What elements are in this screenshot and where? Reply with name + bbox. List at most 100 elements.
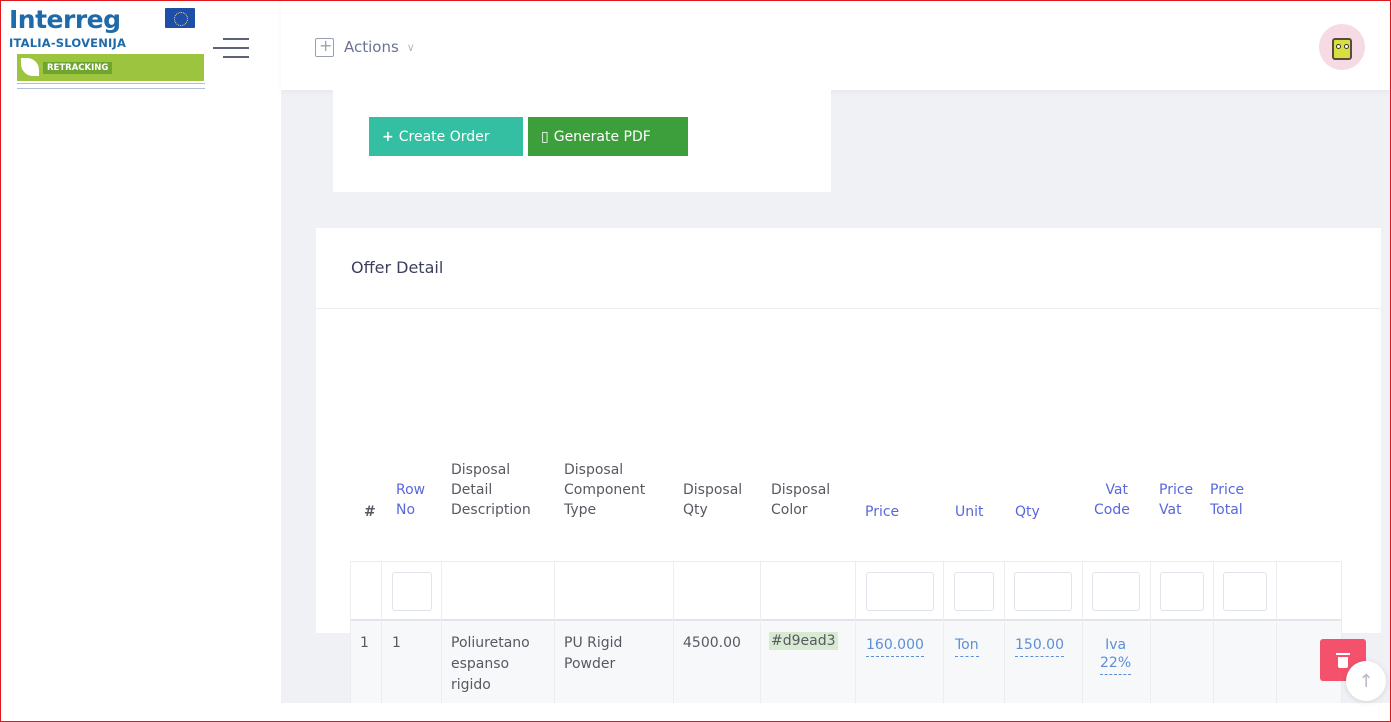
cell-qty-editable[interactable]: 150.00 [1015,636,1064,657]
column-divider [1213,561,1214,709]
column-divider [554,561,555,709]
column-divider [441,561,442,709]
col-header-line: Color [771,502,808,518]
hamburger-line [213,47,249,49]
filter-row [350,561,1342,621]
eu-flag-icon [165,8,195,28]
footer [281,703,1391,722]
column-divider [1341,561,1342,709]
cell-line: rigido [451,677,491,693]
sidebar: Interreg ITALIA-SLOVENIJA RETRACKING [0,0,281,722]
hamburger-line [223,56,249,58]
cell-line: Iva [1105,637,1127,653]
filter-price-total-input[interactable] [1223,572,1267,611]
filter-price-vat-input[interactable] [1160,572,1204,611]
cell-line: Powder [564,656,616,672]
column-divider [381,561,382,709]
col-header-line: Price [1159,482,1194,498]
plus-square-icon [315,36,334,57]
generate-pdf-button[interactable]: ▯ Generate PDF [528,117,688,156]
cell-line: espanso [451,656,510,672]
cell-description: Poliuretano espanso rigido [451,633,530,696]
filter-row-no-input[interactable] [392,572,432,611]
col-header-component-type: Disposal Component Type [564,460,645,520]
leaf-icon [21,58,39,76]
col-header-line: Code [1094,502,1130,518]
cell-row-no: 1 [392,635,401,651]
col-header-unit[interactable]: Unit [955,502,984,522]
col-header-line: Vat [1105,482,1128,498]
actions-dropdown[interactable]: Actions ∨ [315,34,415,60]
cell-unit-editable[interactable]: Ton [955,636,979,657]
actions-label: Actions [344,38,399,56]
chevron-down-icon: ∨ [406,40,415,54]
col-header-disposal-qty: Disposal Qty [683,480,742,520]
column-divider [1276,561,1277,709]
cell-line: 22% [1100,655,1132,671]
cell-line: PU Rigid [564,635,623,651]
filter-price-input[interactable] [866,572,934,611]
col-header-line: Type [564,502,597,518]
cell-line: Poliuretano [451,635,530,651]
col-header-line: Detail [451,482,493,498]
filter-unit-input[interactable] [954,572,994,611]
hamburger-icon[interactable] [213,36,249,60]
scroll-top-button[interactable]: ↑ [1346,661,1386,701]
col-header-line: Total [1210,502,1243,518]
col-header-line: Price [1210,482,1245,498]
create-order-button[interactable]: + Create Order [369,117,523,156]
interreg-logo[interactable]: Interreg ITALIA-SLOVENIJA RETRACKING [9,6,205,90]
column-divider [855,561,856,709]
col-header-line: No [396,502,416,518]
generate-pdf-label: Generate PDF [553,128,651,145]
col-header-description: Disposal Detail Description [451,460,531,520]
col-header-line: Disposal [451,462,511,478]
col-header-line: Component [564,482,646,498]
col-header-line: Disposal [564,462,624,478]
column-divider [673,561,674,709]
logo-project-bar: RETRACKING [17,54,204,81]
col-header-price-total[interactable]: Price Total [1210,480,1244,520]
column-divider [943,561,944,709]
pdf-file-icon: ▯ [541,128,549,145]
avatar-figure [1332,38,1352,60]
column-divider [760,561,761,709]
col-header-line: Disposal [771,482,831,498]
logo-fine-print [17,83,205,89]
col-header-price[interactable]: Price [865,502,899,522]
cell-price-editable[interactable]: 160.000 [866,636,924,657]
arrow-up-icon: ↑ [1358,670,1374,692]
top-bar: Actions ∨ [281,0,1391,90]
col-header-qty[interactable]: Qty [1015,502,1040,522]
filter-qty-input[interactable] [1014,572,1072,611]
avatar-eye [1336,44,1341,49]
order-actions-panel: + Create Order ▯ Generate PDF [333,90,831,192]
create-order-label: Create Order [398,128,490,145]
offer-detail-title: Offer Detail [351,258,444,277]
avatar[interactable] [1319,24,1365,70]
col-header-disposal-color: Disposal Color [771,480,830,520]
col-header-line: Disposal [683,482,743,498]
divider [316,308,1381,309]
avatar-eye [1344,44,1349,49]
cell-component-type: PU Rigid Powder [564,633,622,675]
col-header-hash: # [364,504,376,520]
col-header-line: Description [451,502,531,518]
col-header-line: Vat [1159,502,1182,518]
logo-project: RETRACKING [43,62,113,74]
column-divider [1004,561,1005,709]
col-header-price-vat[interactable]: Price Vat [1159,480,1193,520]
col-header-line: Row [396,482,426,498]
column-divider [1082,561,1083,709]
col-header-vat-code[interactable]: Vat Code [1094,480,1130,520]
plus-icon: + [382,128,394,145]
cell-vat-code-editable[interactable]: Iva 22% [1100,636,1132,675]
col-header-line: Qty [683,502,708,518]
cell-index: 1 [360,635,369,651]
cell-disposal-qty: 4500.00 [683,635,741,651]
filter-vat-code-input[interactable] [1092,572,1140,611]
offer-detail-panel: Offer Detail # Row No Disposal Detail De… [316,228,1381,709]
cell-disposal-color: #d9ead3 [769,632,838,650]
col-header-row-no[interactable]: Row No [396,480,425,520]
hamburger-line [223,38,249,40]
